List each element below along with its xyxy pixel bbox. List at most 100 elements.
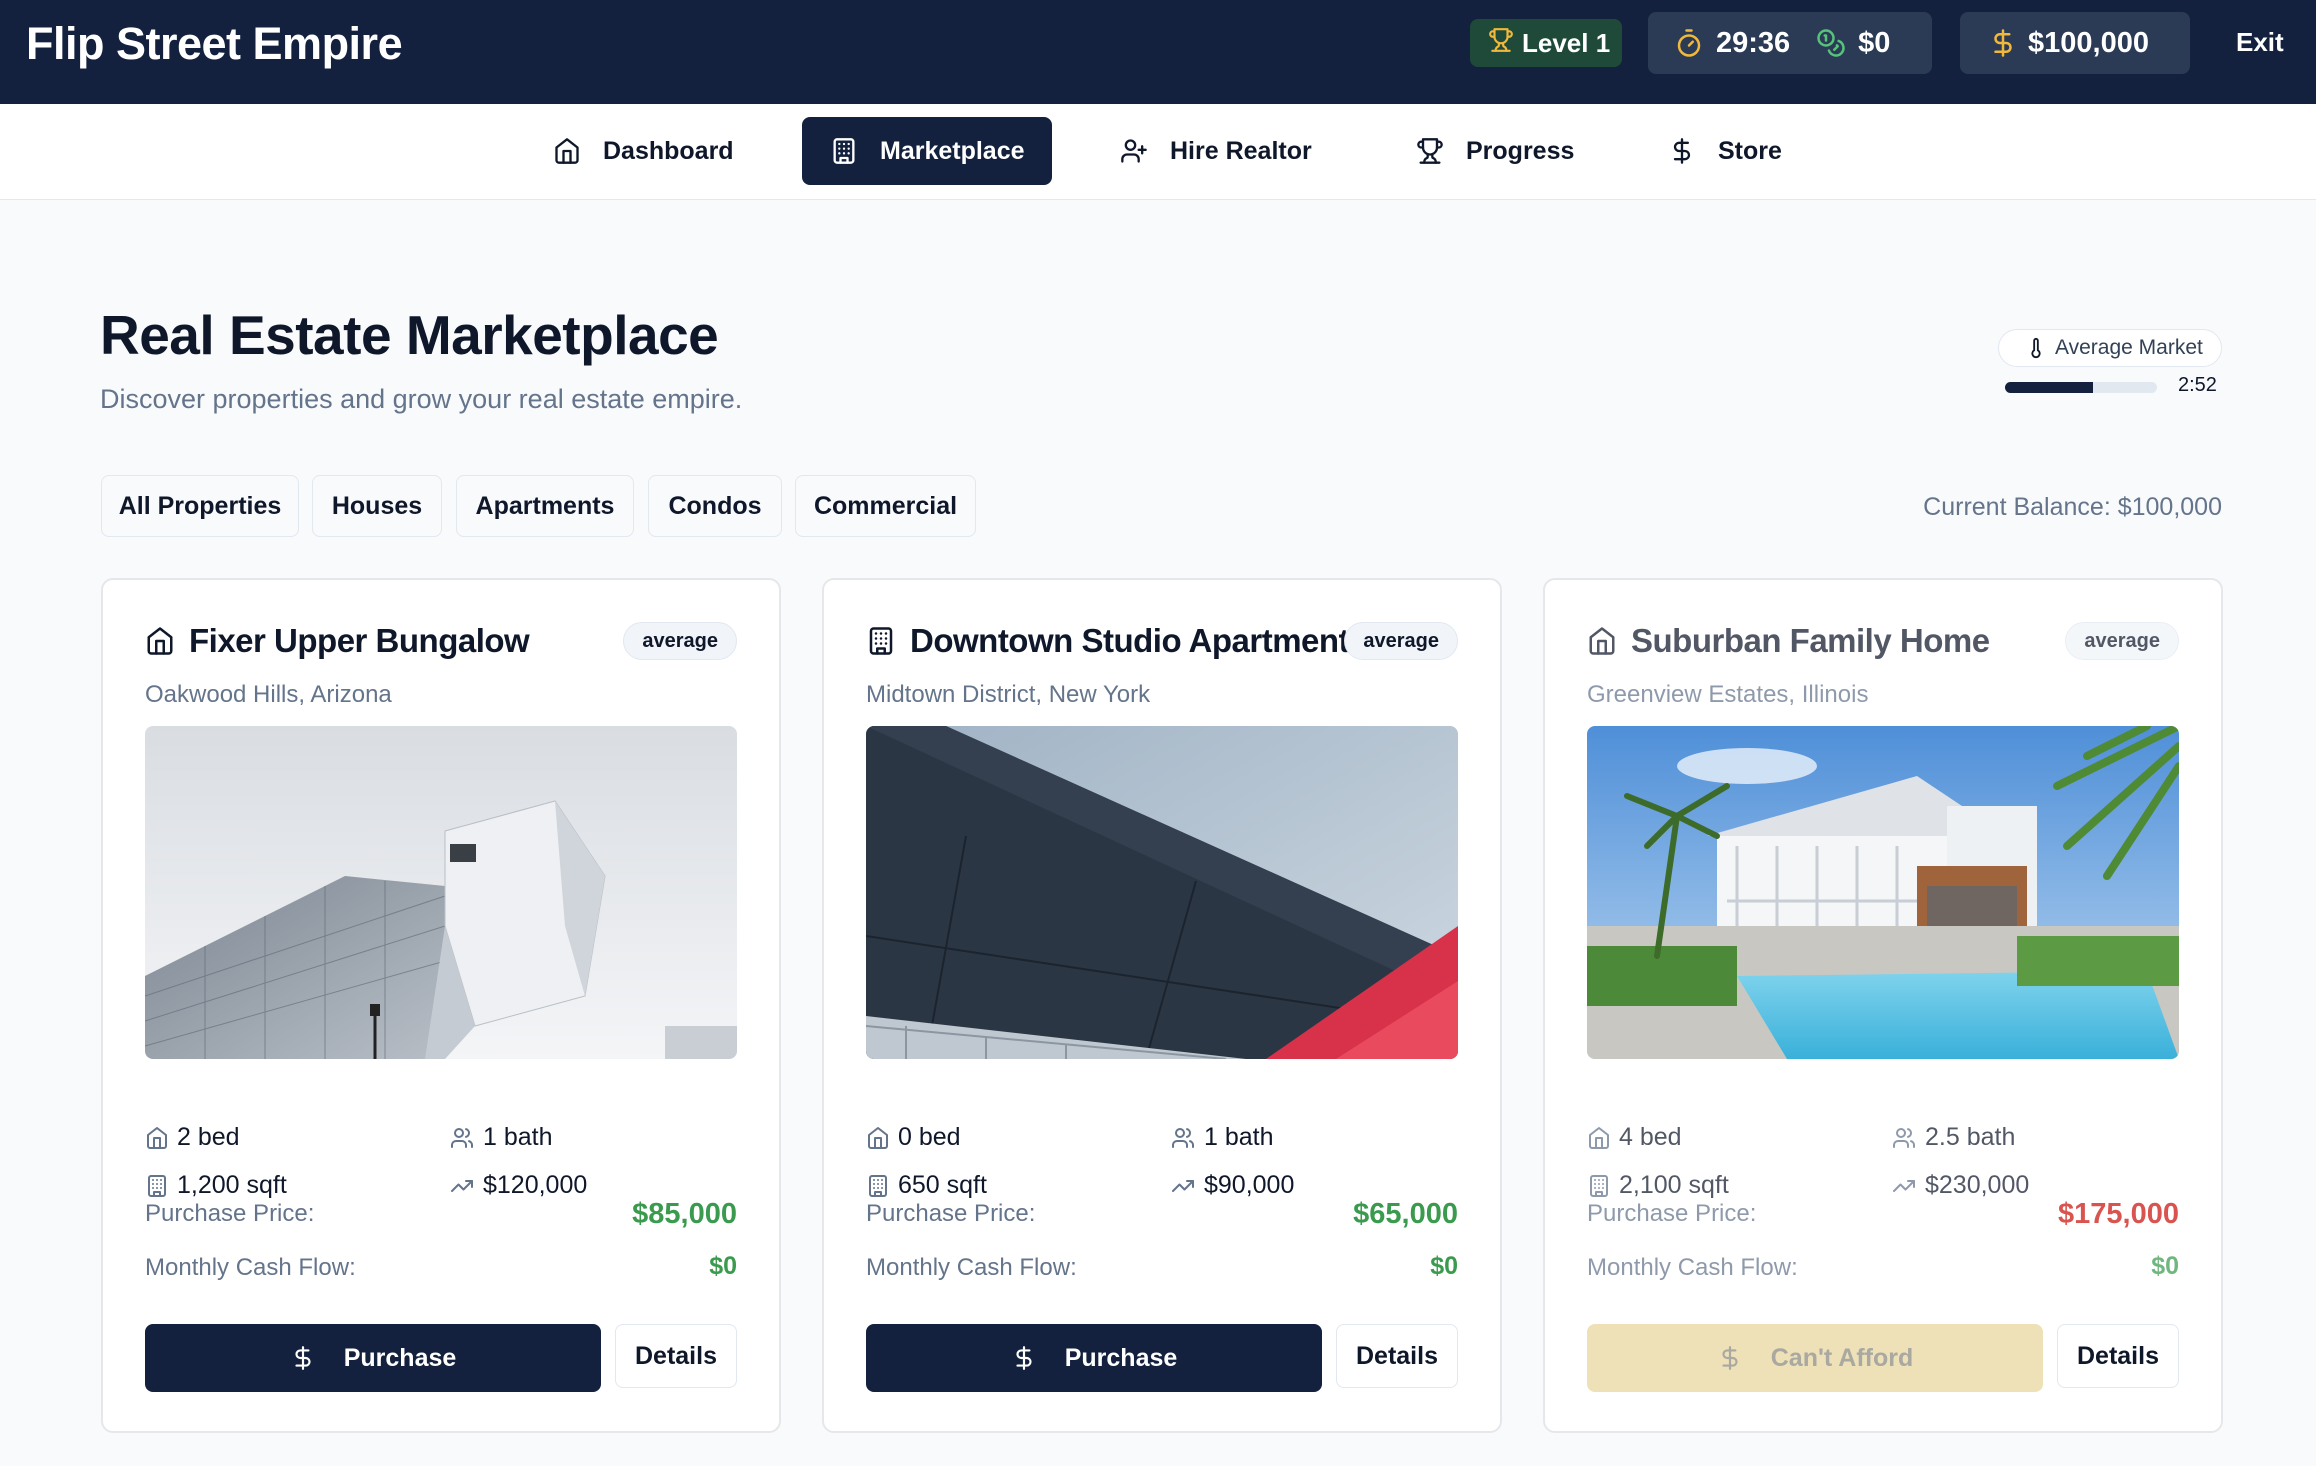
timer-earnings-pill: 29:36 $0 [1648, 12, 1932, 74]
bed-icon [866, 1126, 890, 1150]
app-title: Flip Street Empire [26, 18, 403, 69]
cash-flow-label: Monthly Cash Flow: [145, 1254, 356, 1281]
cash-flow-value: $0 [709, 1252, 737, 1280]
property-title: Fixer Upper Bungalow [189, 622, 530, 659]
filter-commercial[interactable]: Commercial [795, 475, 976, 537]
dollar-icon [1988, 28, 2018, 58]
cash-flow-label: Monthly Cash Flow: [1587, 1254, 1798, 1281]
thermometer-icon [2025, 337, 2047, 359]
bed-icon [1587, 1126, 1611, 1150]
filter-condos[interactable]: Condos [648, 475, 782, 537]
earnings-value: $0 [1858, 26, 1891, 59]
house-icon [145, 626, 175, 656]
nav-dashboard-label: Dashboard [603, 136, 734, 165]
property-image [1587, 726, 2179, 1059]
nav-progress[interactable]: Progress [1388, 117, 1602, 185]
details-button[interactable]: Details [1336, 1324, 1458, 1388]
property-card: Downtown Studio Apartment average Midtow… [822, 578, 1502, 1433]
purchase-button-label: Purchase [343, 1343, 457, 1372]
level-badge: Level 1 [1470, 19, 1622, 67]
current-balance: Current Balance: $100,000 [1923, 493, 2222, 521]
purchase-button[interactable]: Purchase [866, 1324, 1322, 1392]
market-value: $90,000 [1204, 1171, 1295, 1199]
trending-up-icon [1891, 1174, 1917, 1198]
sqft-icon [866, 1174, 890, 1198]
timer-icon [1674, 28, 1704, 58]
filter-apartments[interactable]: Apartments [456, 475, 634, 537]
page-subtitle: Discover properties and grow your real e… [100, 384, 743, 414]
exit-button[interactable]: Exit [2236, 27, 2284, 58]
page-title: Real Estate Marketplace [100, 304, 719, 366]
property-card: Fixer Upper Bungalow average Oakwood Hil… [101, 578, 781, 1433]
market-timer-bar [2005, 382, 2157, 393]
sqft-value: 1,200 sqft [177, 1171, 287, 1199]
trophy-icon [1416, 137, 1444, 165]
house-icon [1587, 626, 1617, 656]
property-image [866, 726, 1458, 1059]
market-value: $120,000 [483, 1171, 588, 1199]
nav-store[interactable]: Store [1640, 117, 1810, 185]
sqft-icon [145, 1174, 169, 1198]
main-nav: Dashboard Marketplace Hire Realtor Progr… [0, 104, 2316, 200]
price-value: $65,000 [1353, 1198, 1458, 1230]
nav-hire-realtor-label: Hire Realtor [1170, 136, 1312, 165]
nav-dashboard[interactable]: Dashboard [525, 117, 762, 185]
market-badge: average [2065, 622, 2179, 660]
purchase-button[interactable]: Purchase [145, 1324, 601, 1392]
baths-value: 1 bath [483, 1123, 553, 1151]
market-condition-label: Average Market [2055, 336, 2203, 359]
property-title: Downtown Studio Apartment [910, 622, 1350, 659]
cash-flow-value: $0 [2151, 1252, 2179, 1280]
cash-flow-label: Monthly Cash Flow: [866, 1254, 1077, 1281]
filter-all-properties[interactable]: All Properties [101, 475, 299, 537]
price-label: Purchase Price: [145, 1200, 315, 1227]
price-value: $85,000 [632, 1198, 737, 1230]
balance-value: $100,000 [2028, 26, 2149, 59]
property-location: Midtown District, New York [866, 681, 1151, 708]
market-timer-value: 2:52 [2178, 374, 2217, 396]
market-value: $230,000 [1925, 1171, 2030, 1199]
sqft-value: 650 sqft [898, 1171, 987, 1199]
beds-value: 2 bed [177, 1123, 240, 1151]
cant-afford-button[interactable]: Can't Afford [1587, 1324, 2043, 1392]
trending-up-icon [449, 1174, 475, 1198]
bath-icon [1891, 1126, 1917, 1150]
property-title: Suburban Family Home [1631, 622, 1990, 659]
top-bar: Flip Street Empire Level 1 29:36 $0 $100… [0, 0, 2316, 104]
nav-hire-realtor[interactable]: Hire Realtor [1092, 117, 1340, 185]
beds-value: 4 bed [1619, 1123, 1682, 1151]
sqft-icon [1587, 1174, 1611, 1198]
bath-icon [449, 1126, 475, 1150]
sqft-value: 2,100 sqft [1619, 1171, 1729, 1199]
dollar-icon [1668, 137, 1696, 165]
market-badge: average [623, 622, 737, 660]
cash-flow-value: $0 [1430, 1252, 1458, 1280]
dollar-icon [1011, 1345, 1037, 1371]
filter-houses[interactable]: Houses [312, 475, 442, 537]
balance-pill: $100,000 [1960, 12, 2190, 74]
nav-progress-label: Progress [1466, 136, 1575, 165]
coins-icon [1816, 28, 1846, 58]
details-button[interactable]: Details [2057, 1324, 2179, 1388]
details-button[interactable]: Details [615, 1324, 737, 1388]
bed-icon [145, 1126, 169, 1150]
building-icon [866, 626, 896, 656]
baths-value: 1 bath [1204, 1123, 1274, 1151]
property-location: Oakwood Hills, Arizona [145, 681, 392, 708]
cant-afford-button-label: Can't Afford [1770, 1343, 1914, 1372]
purchase-button-label: Purchase [1064, 1343, 1178, 1372]
property-card: Suburban Family Home average Greenview E… [1543, 578, 2223, 1433]
building-icon [830, 137, 858, 165]
level-label: Level 1 [1522, 27, 1611, 58]
beds-value: 0 bed [898, 1123, 961, 1151]
timer-value: 29:36 [1716, 26, 1791, 59]
market-timer-fill [2005, 382, 2094, 393]
property-image [145, 726, 737, 1059]
market-condition-badge: Average Market [1998, 329, 2222, 367]
nav-marketplace[interactable]: Marketplace [802, 117, 1052, 185]
baths-value: 2.5 bath [1925, 1123, 2016, 1151]
price-value: $175,000 [2058, 1198, 2179, 1230]
dollar-icon [290, 1345, 316, 1371]
user-plus-icon [1120, 137, 1148, 165]
price-label: Purchase Price: [866, 1200, 1036, 1227]
